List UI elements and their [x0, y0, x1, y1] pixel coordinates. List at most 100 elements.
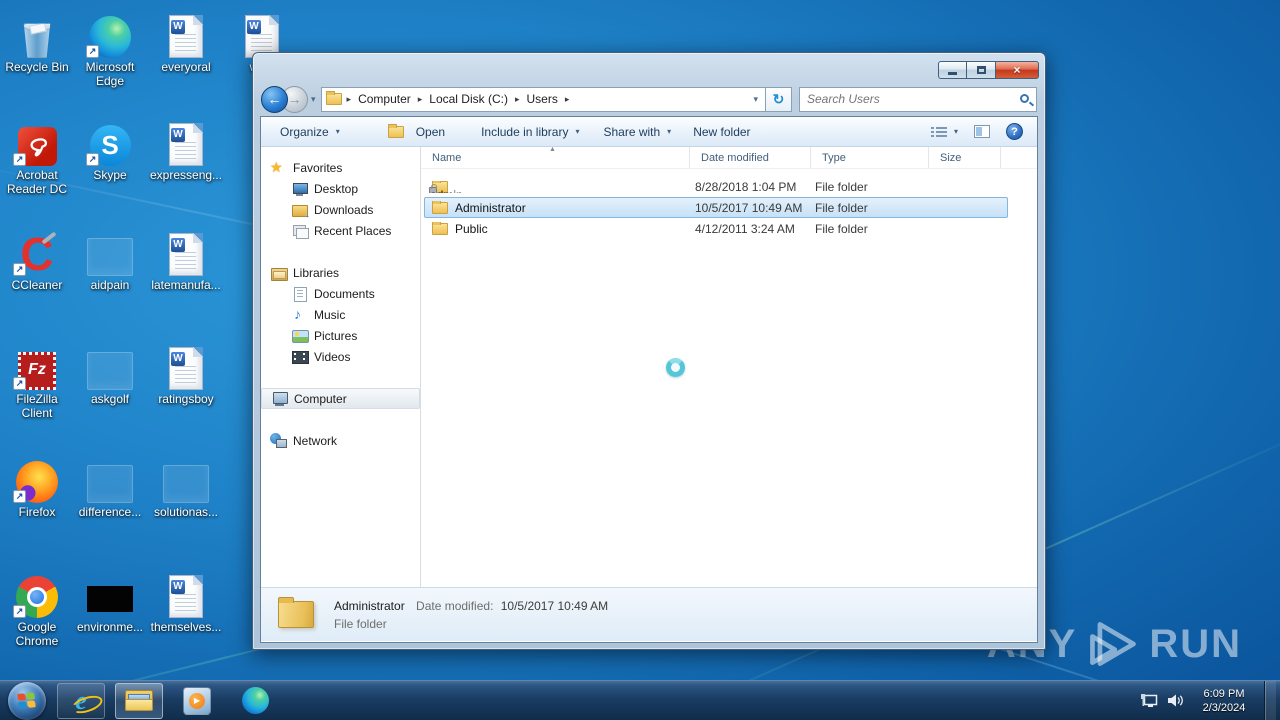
downloads-icon	[291, 202, 310, 220]
start-button[interactable]	[8, 681, 46, 720]
desktop-icon-ratingsboy[interactable]: Wratingsboy	[150, 342, 222, 407]
minimize-button[interactable]	[938, 61, 967, 79]
column-header-type[interactable]: Type	[811, 147, 929, 168]
breadcrumb-arrow-icon[interactable]: ▸	[415, 94, 426, 105]
search-box[interactable]	[799, 86, 1037, 112]
file-row-admin[interactable]: admin 8/28/2018 1:04 PM File folder	[424, 176, 1008, 197]
desktop-icon-latemanufa[interactable]: Wlatemanufa...	[150, 228, 222, 293]
desktop-icon-environme[interactable]: environme...	[74, 570, 146, 635]
include-in-library-button[interactable]: Include in library ▾	[481, 125, 579, 139]
sidebar-item-network[interactable]: Network	[261, 430, 420, 451]
videos-icon	[291, 349, 309, 365]
close-button[interactable]: ×	[996, 61, 1039, 79]
back-button[interactable]: ←	[261, 85, 288, 113]
watermark-text-right: RUN	[1149, 621, 1242, 666]
sidebar-item-desktop[interactable]: Desktop	[261, 178, 420, 199]
breadcrumb-arrow-icon[interactable]: ▸	[562, 94, 573, 105]
computer-icon	[271, 391, 289, 407]
anyrun-logo-icon	[1090, 622, 1137, 666]
preview-pane-button[interactable]	[974, 125, 990, 138]
breadcrumb-computer[interactable]: Computer	[354, 92, 415, 106]
word-doc-icon: W	[150, 570, 222, 618]
desktop-icon-microsoft-edge[interactable]: ↗ Microsoft Edge	[74, 10, 146, 89]
volume-tray-icon[interactable]	[1167, 693, 1184, 708]
desktop-icon-everyoral[interactable]: Weveryoral	[150, 10, 222, 75]
refresh-button[interactable]: ↻	[765, 86, 792, 112]
shortcut-arrow-icon: ↗	[13, 605, 26, 618]
show-desktop-button[interactable]	[1264, 680, 1276, 720]
desktop-icon-filezilla-client[interactable]: Fz ↗ FileZilla Client	[1, 342, 73, 421]
breadcrumb-arrow-icon[interactable]: ▸	[344, 94, 355, 105]
network-tray-icon[interactable]	[1139, 693, 1158, 709]
sidebar-item-videos[interactable]: Videos	[261, 346, 420, 367]
sidebar-item-documents[interactable]: Documents	[261, 283, 420, 304]
organize-button[interactable]: Organize ▾	[280, 125, 340, 139]
taskbar-media-player-button[interactable]: ▶	[173, 683, 221, 719]
word-doc-icon: W	[226, 10, 298, 58]
maximize-button[interactable]	[967, 61, 996, 79]
sidebar-item-libraries[interactable]: Libraries	[261, 262, 420, 283]
desktop-icon-label: Microsoft Edge	[85, 60, 135, 88]
sidebar-item-label: Music	[314, 307, 346, 322]
location-folder-icon	[325, 91, 342, 105]
desktop-icon-aidpain[interactable]: aidpain	[74, 228, 146, 293]
desktop-icon-solutionas[interactable]: solutionas...	[150, 455, 222, 520]
microsoft-edge-icon	[241, 687, 269, 714]
new-folder-button[interactable]: New folder	[693, 125, 750, 139]
open-folder-icon	[387, 123, 404, 138]
word-doc-icon: W	[150, 118, 222, 166]
sidebar-item-favorites[interactable]: Favorites	[261, 157, 420, 178]
file-date-modified: 4/12/2011 3:24 AM	[695, 221, 795, 236]
ghost-icon	[74, 455, 146, 503]
desktop-icon-expresseng[interactable]: Wexpresseng...	[150, 118, 222, 183]
desktop-icon-themselves[interactable]: Wthemselves...	[150, 570, 222, 635]
recent-pages-dropdown[interactable]: ▾	[308, 94, 321, 105]
share-with-button[interactable]: Share with ▾	[603, 125, 671, 139]
breadcrumb-users[interactable]: Users	[523, 92, 562, 106]
sidebar-item-downloads[interactable]: Downloads	[261, 199, 420, 220]
column-header-size[interactable]: Size	[929, 147, 1001, 168]
taskbar-windows-explorer-button[interactable]	[115, 682, 163, 719]
sidebar-item-computer[interactable]: Computer	[261, 388, 420, 409]
desktop-icon-label: latemanufa...	[151, 278, 221, 292]
details-name: Administrator	[334, 598, 405, 613]
taskbar-clock[interactable]: 6:09 PM 2/3/2024	[1193, 687, 1255, 715]
desktop-icon-acrobat-reader-dc[interactable]: ↗ Acrobat Reader DC	[1, 118, 73, 197]
breadcrumb[interactable]: ▸ Computer ▸ Local Disk (C:) ▸ Users ▸ ▾	[320, 86, 766, 112]
share-with-label: Share with	[603, 124, 661, 139]
desktop-icon-difference[interactable]: difference...	[74, 455, 146, 520]
address-dropdown-icon[interactable]: ▾	[753, 94, 765, 105]
taskbar: e ▶ 6:09 PM 2/3/2024	[0, 680, 1280, 720]
open-button[interactable]: Open	[387, 123, 446, 139]
desktop-icon-skype[interactable]: S ↗ Skype	[74, 118, 146, 183]
desktop-icon-label: Skype	[93, 168, 127, 182]
desktop-icon-firefox[interactable]: ↗ Firefox	[1, 455, 73, 520]
sidebar-item-recent-places[interactable]: Recent Places	[261, 220, 420, 241]
file-row-administrator[interactable]: Administrator 10/5/2017 10:49 AM File fold…	[424, 197, 1008, 218]
taskbar-internet-explorer-button[interactable]: e	[57, 682, 105, 719]
change-view-button[interactable]: ▾	[930, 126, 958, 138]
firefox-icon: ↗	[1, 455, 73, 503]
windows-explorer-icon	[125, 690, 153, 711]
desktop-icon-ccleaner[interactable]: C ↗ CCleaner	[1, 228, 73, 293]
open-label: Open	[415, 124, 446, 139]
sidebar-item-label: Favorites	[293, 160, 343, 175]
desktop-icon	[291, 181, 309, 197]
breadcrumb-local-disk-c[interactable]: Local Disk (C:)	[425, 92, 512, 106]
column-header-date-modified[interactable]: Date modified	[690, 147, 811, 168]
help-button[interactable]: ?	[1006, 123, 1023, 140]
search-input[interactable]	[800, 92, 1000, 106]
desktop-icon-label: ratingsboy	[158, 392, 214, 406]
sidebar-item-pictures[interactable]: Pictures	[261, 325, 420, 346]
lock-icon: admin	[429, 183, 463, 193]
desktop-icon-label: CCleaner	[11, 278, 63, 292]
desktop-icon-google-chrome[interactable]: ↗ Google Chrome	[1, 570, 73, 649]
taskbar-edge-button[interactable]	[231, 683, 279, 719]
sidebar-item-music[interactable]: Music	[261, 304, 420, 325]
selected-folder-icon	[278, 597, 314, 628]
desktop-icon-askgolf[interactable]: askgolf	[74, 342, 146, 407]
desktop-icon-recycle-bin[interactable]: Recycle Bin	[1, 10, 73, 75]
breadcrumb-arrow-icon[interactable]: ▸	[512, 94, 523, 105]
file-row-public[interactable]: Public 4/12/2011 3:24 AM File folder	[424, 218, 1008, 239]
